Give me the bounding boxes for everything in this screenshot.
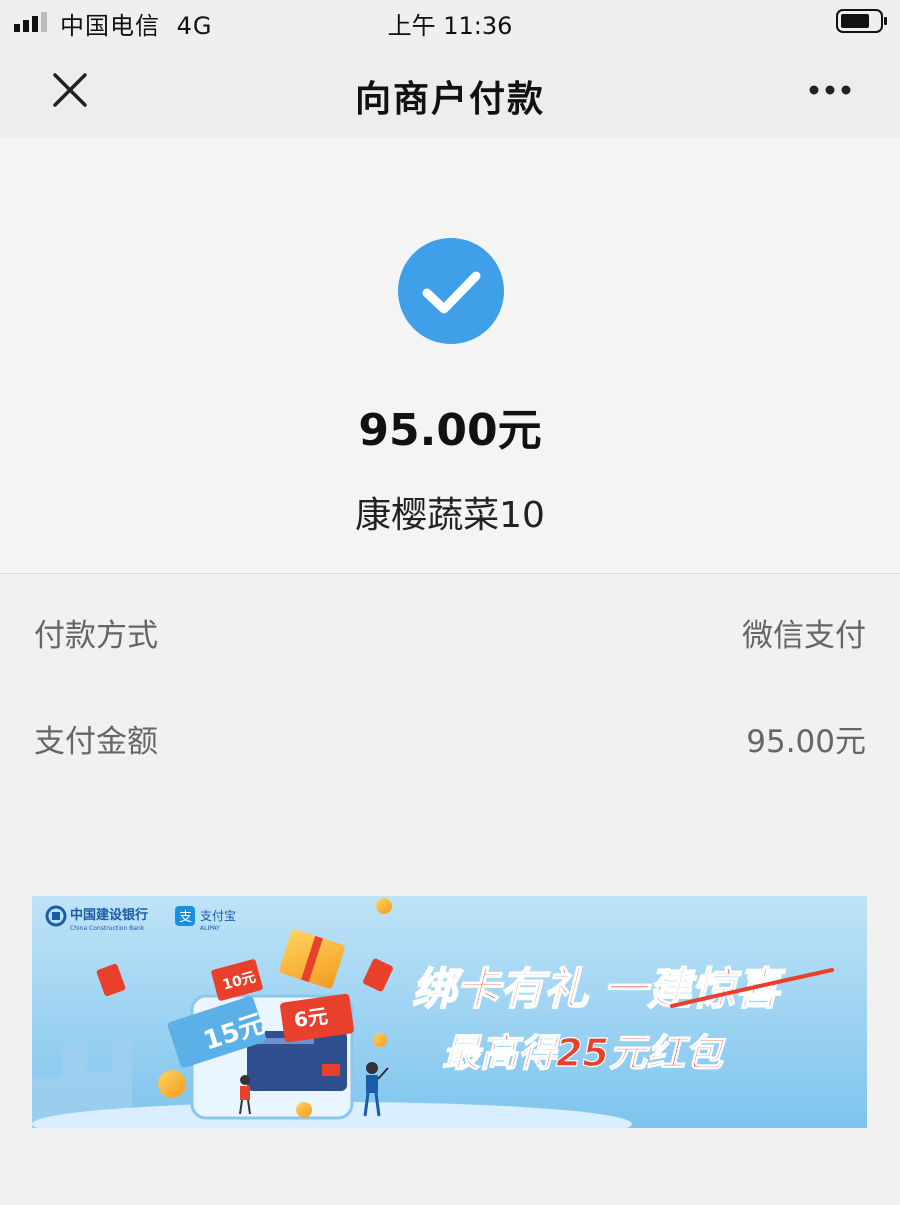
banner-subline: 最高得25元红包: [442, 1031, 726, 1075]
payment-method-label: 付款方式: [34, 618, 158, 654]
battery-icon: [836, 9, 887, 33]
svg-text:支: 支: [179, 910, 192, 925]
payment-method-value: 微信支付: [742, 618, 866, 654]
payment-method-row: 付款方式 微信支付: [34, 604, 866, 654]
banner-headline: 绑卡有礼 一建惊喜: [412, 964, 785, 1015]
clock: 上午 11:36: [387, 12, 513, 40]
payment-result: 95.00元 康樱蔬菜10: [0, 138, 900, 573]
svg-text:6元: 6元: [292, 1004, 329, 1032]
alipay-name: 支付宝: [200, 909, 236, 923]
paid-amount-row: 支付金额 95.00元: [34, 710, 866, 760]
status-bar: 中国电信 4G 上午 11:36: [0, 0, 900, 42]
ccb-name: 中国建设银行: [70, 907, 148, 923]
ccb-name-en: China Construction Bank: [70, 925, 145, 932]
nav-bar: 向商户付款: [0, 42, 900, 138]
page-title: 向商户付款: [354, 79, 545, 120]
paid-amount-value: 95.00元: [746, 724, 866, 760]
divider: [0, 573, 900, 574]
check-circle-icon: [398, 238, 504, 344]
payment-amount: 95.00元: [358, 405, 542, 456]
promo-banner[interactable]: 中国建设银行 China Construction Bank 支 支付宝 ALI…: [32, 896, 867, 1128]
promo-banner-art: 中国建设银行 China Construction Bank 支 支付宝 ALI…: [32, 896, 867, 1128]
paid-amount-label: 支付金额: [34, 724, 158, 760]
more-icon[interactable]: [800, 72, 860, 108]
merchant-name: 康樱蔬菜10: [355, 495, 545, 536]
alipay-name-en: ALIPAY: [200, 925, 220, 932]
